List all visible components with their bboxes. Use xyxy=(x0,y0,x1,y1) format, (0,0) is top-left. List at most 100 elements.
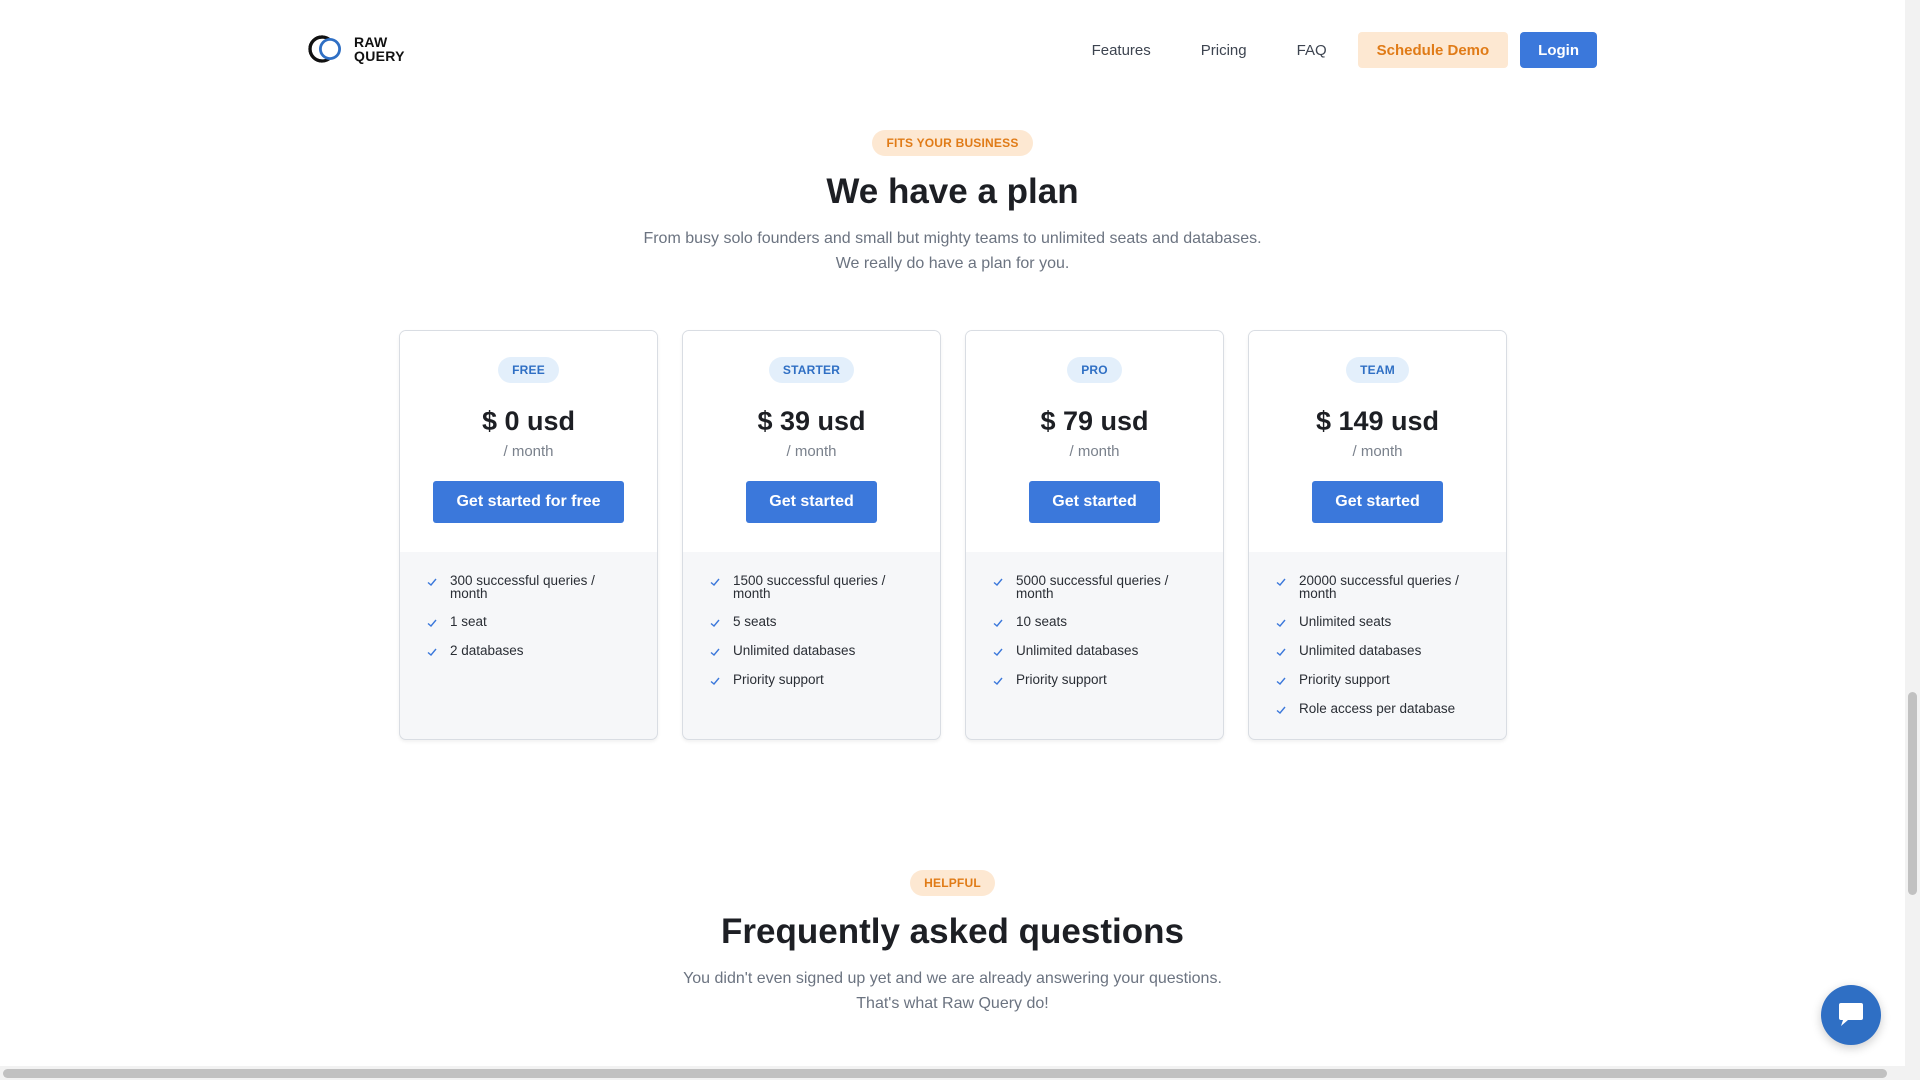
plan-price: $ 39 usd xyxy=(757,406,866,436)
check-icon xyxy=(427,619,437,627)
get-started-button[interactable]: Get started xyxy=(1312,481,1443,523)
feature-item: Unlimited seats xyxy=(1275,615,1506,629)
feature-item: 20000 successful queries / month xyxy=(1275,574,1506,600)
faq-heading: HELPFUL Frequently asked questions You d… xyxy=(0,870,1905,1016)
plan-header: FREE $ 0 usd / month Get started for fre… xyxy=(400,331,657,552)
feature-item: 2 databases xyxy=(426,644,657,658)
vertical-scrollbar-thumb[interactable] xyxy=(1908,692,1917,895)
feature-text: 20000 successful queries / month xyxy=(1299,573,1459,601)
feature-text: 1 seat xyxy=(450,614,487,629)
nav-pricing[interactable]: Pricing xyxy=(1201,42,1247,59)
faq-subtitle-line-2: That's what Raw Query do! xyxy=(856,995,1049,1012)
feature-item: 1 seat xyxy=(426,615,657,629)
chat-widget-button[interactable] xyxy=(1821,985,1881,1045)
feature-text: 2 databases xyxy=(450,643,524,658)
plan-period: / month xyxy=(1069,443,1120,460)
check-icon xyxy=(427,648,437,656)
check-icon xyxy=(1276,619,1286,627)
feature-item: 1500 successful queries / month xyxy=(709,574,940,600)
plan-name: PRO xyxy=(1067,357,1122,383)
plan-price: $ 0 usd xyxy=(481,406,576,436)
get-started-button[interactable]: Get started xyxy=(1029,481,1160,523)
check-icon xyxy=(1276,706,1286,714)
check-icon xyxy=(1276,578,1286,586)
plan-features: 300 successful queries / month 1 seat 2 … xyxy=(400,552,657,658)
check-icon xyxy=(710,648,720,656)
check-icon xyxy=(1276,677,1286,685)
feature-item: Unlimited databases xyxy=(992,644,1223,658)
feature-item: Priority support xyxy=(709,673,940,687)
plans-grid: FREE $ 0 usd / month Get started for fre… xyxy=(399,330,1507,740)
plan-features: 1500 successful queries / month 5 seats … xyxy=(683,552,940,687)
plan-price: $ 79 usd xyxy=(1040,406,1149,436)
plan-name: TEAM xyxy=(1346,357,1409,383)
faq-badge: HELPFUL xyxy=(910,870,995,896)
faq-subtitle: You didn't even signed up yet and we are… xyxy=(0,966,1905,1016)
feature-text: 1500 successful queries / month xyxy=(733,573,886,601)
nav-faq[interactable]: FAQ xyxy=(1297,42,1327,59)
feature-item: Priority support xyxy=(1275,673,1506,687)
check-icon xyxy=(993,578,1003,586)
horizontal-scrollbar-thumb[interactable] xyxy=(3,1069,1887,1078)
main-nav: Features Pricing FAQ Schedule Demo Login xyxy=(1092,32,1597,68)
check-icon xyxy=(993,648,1003,656)
feature-text: Priority support xyxy=(733,672,824,687)
plan-card-pro: PRO $ 79 usd / month Get started 5000 su… xyxy=(965,330,1224,740)
feature-item: 5 seats xyxy=(709,615,940,629)
feature-item: Unlimited databases xyxy=(709,644,940,658)
logo-text: RAW QUERY xyxy=(354,35,405,63)
feature-item: 10 seats xyxy=(992,615,1223,629)
vertical-scrollbar[interactable] xyxy=(1905,0,1920,1080)
logo-line-1: RAW xyxy=(354,34,388,50)
check-icon xyxy=(993,677,1003,685)
check-icon xyxy=(1276,648,1286,656)
pricing-subtitle: From busy solo founders and small but mi… xyxy=(0,226,1905,276)
logo[interactable]: RAW QUERY xyxy=(308,34,405,64)
get-started-button[interactable]: Get started xyxy=(746,481,877,523)
feature-item: 5000 successful queries / month xyxy=(992,574,1223,600)
check-icon xyxy=(427,578,437,586)
pricing-badge: FITS YOUR BUSINESS xyxy=(872,130,1033,156)
faq-subtitle-line-1: You didn't even signed up yet and we are… xyxy=(683,970,1222,987)
plan-period: / month xyxy=(503,443,554,460)
faq-title: Frequently asked questions xyxy=(721,912,1184,951)
check-icon xyxy=(710,619,720,627)
feature-text: 10 seats xyxy=(1016,614,1068,629)
get-started-button[interactable]: Get started for free xyxy=(433,481,624,523)
feature-text: Unlimited seats xyxy=(1299,614,1392,629)
feature-text: Priority support xyxy=(1016,672,1107,687)
feature-item: Role access per database xyxy=(1275,702,1506,716)
login-button[interactable]: Login xyxy=(1520,32,1597,68)
plan-header: TEAM $ 149 usd / month Get started xyxy=(1249,331,1506,552)
feature-text: 5000 successful queries / month xyxy=(1016,573,1169,601)
check-icon xyxy=(710,677,720,685)
feature-text: Unlimited databases xyxy=(733,643,856,658)
plan-price: $ 149 usd xyxy=(1315,406,1440,436)
logo-line-2: QUERY xyxy=(354,48,405,64)
plan-header: STARTER $ 39 usd / month Get started xyxy=(683,331,940,552)
plan-name: FREE xyxy=(498,357,559,383)
plan-name: STARTER xyxy=(768,357,855,383)
check-icon xyxy=(993,619,1003,627)
plan-features: 20000 successful queries / month Unlimit… xyxy=(1249,552,1506,716)
feature-text: 5 seats xyxy=(733,614,777,629)
pricing-heading: FITS YOUR BUSINESS We have a plan From b… xyxy=(0,130,1905,276)
feature-item: Priority support xyxy=(992,673,1223,687)
pricing-subtitle-line-2: We really do have a plan for you. xyxy=(835,255,1070,272)
plan-card-team: TEAM $ 149 usd / month Get started 20000… xyxy=(1248,330,1507,740)
nav-features[interactable]: Features xyxy=(1092,42,1151,59)
chat-icon xyxy=(1839,1003,1863,1026)
feature-text: 300 successful queries / month xyxy=(450,573,595,601)
feature-text: Unlimited databases xyxy=(1299,643,1422,658)
schedule-demo-button[interactable]: Schedule Demo xyxy=(1357,32,1509,68)
feature-text: Role access per database xyxy=(1299,701,1456,716)
logo-icon xyxy=(308,35,341,63)
check-icon xyxy=(710,578,720,586)
site-header: RAW QUERY Features Pricing FAQ Schedule … xyxy=(0,0,1920,100)
plan-card-free: FREE $ 0 usd / month Get started for fre… xyxy=(399,330,658,740)
pricing-title: We have a plan xyxy=(826,172,1079,211)
pricing-subtitle-line-1: From busy solo founders and small but mi… xyxy=(643,230,1262,247)
feature-text: Priority support xyxy=(1299,672,1390,687)
feature-text: Unlimited databases xyxy=(1016,643,1139,658)
plan-period: / month xyxy=(786,443,837,460)
